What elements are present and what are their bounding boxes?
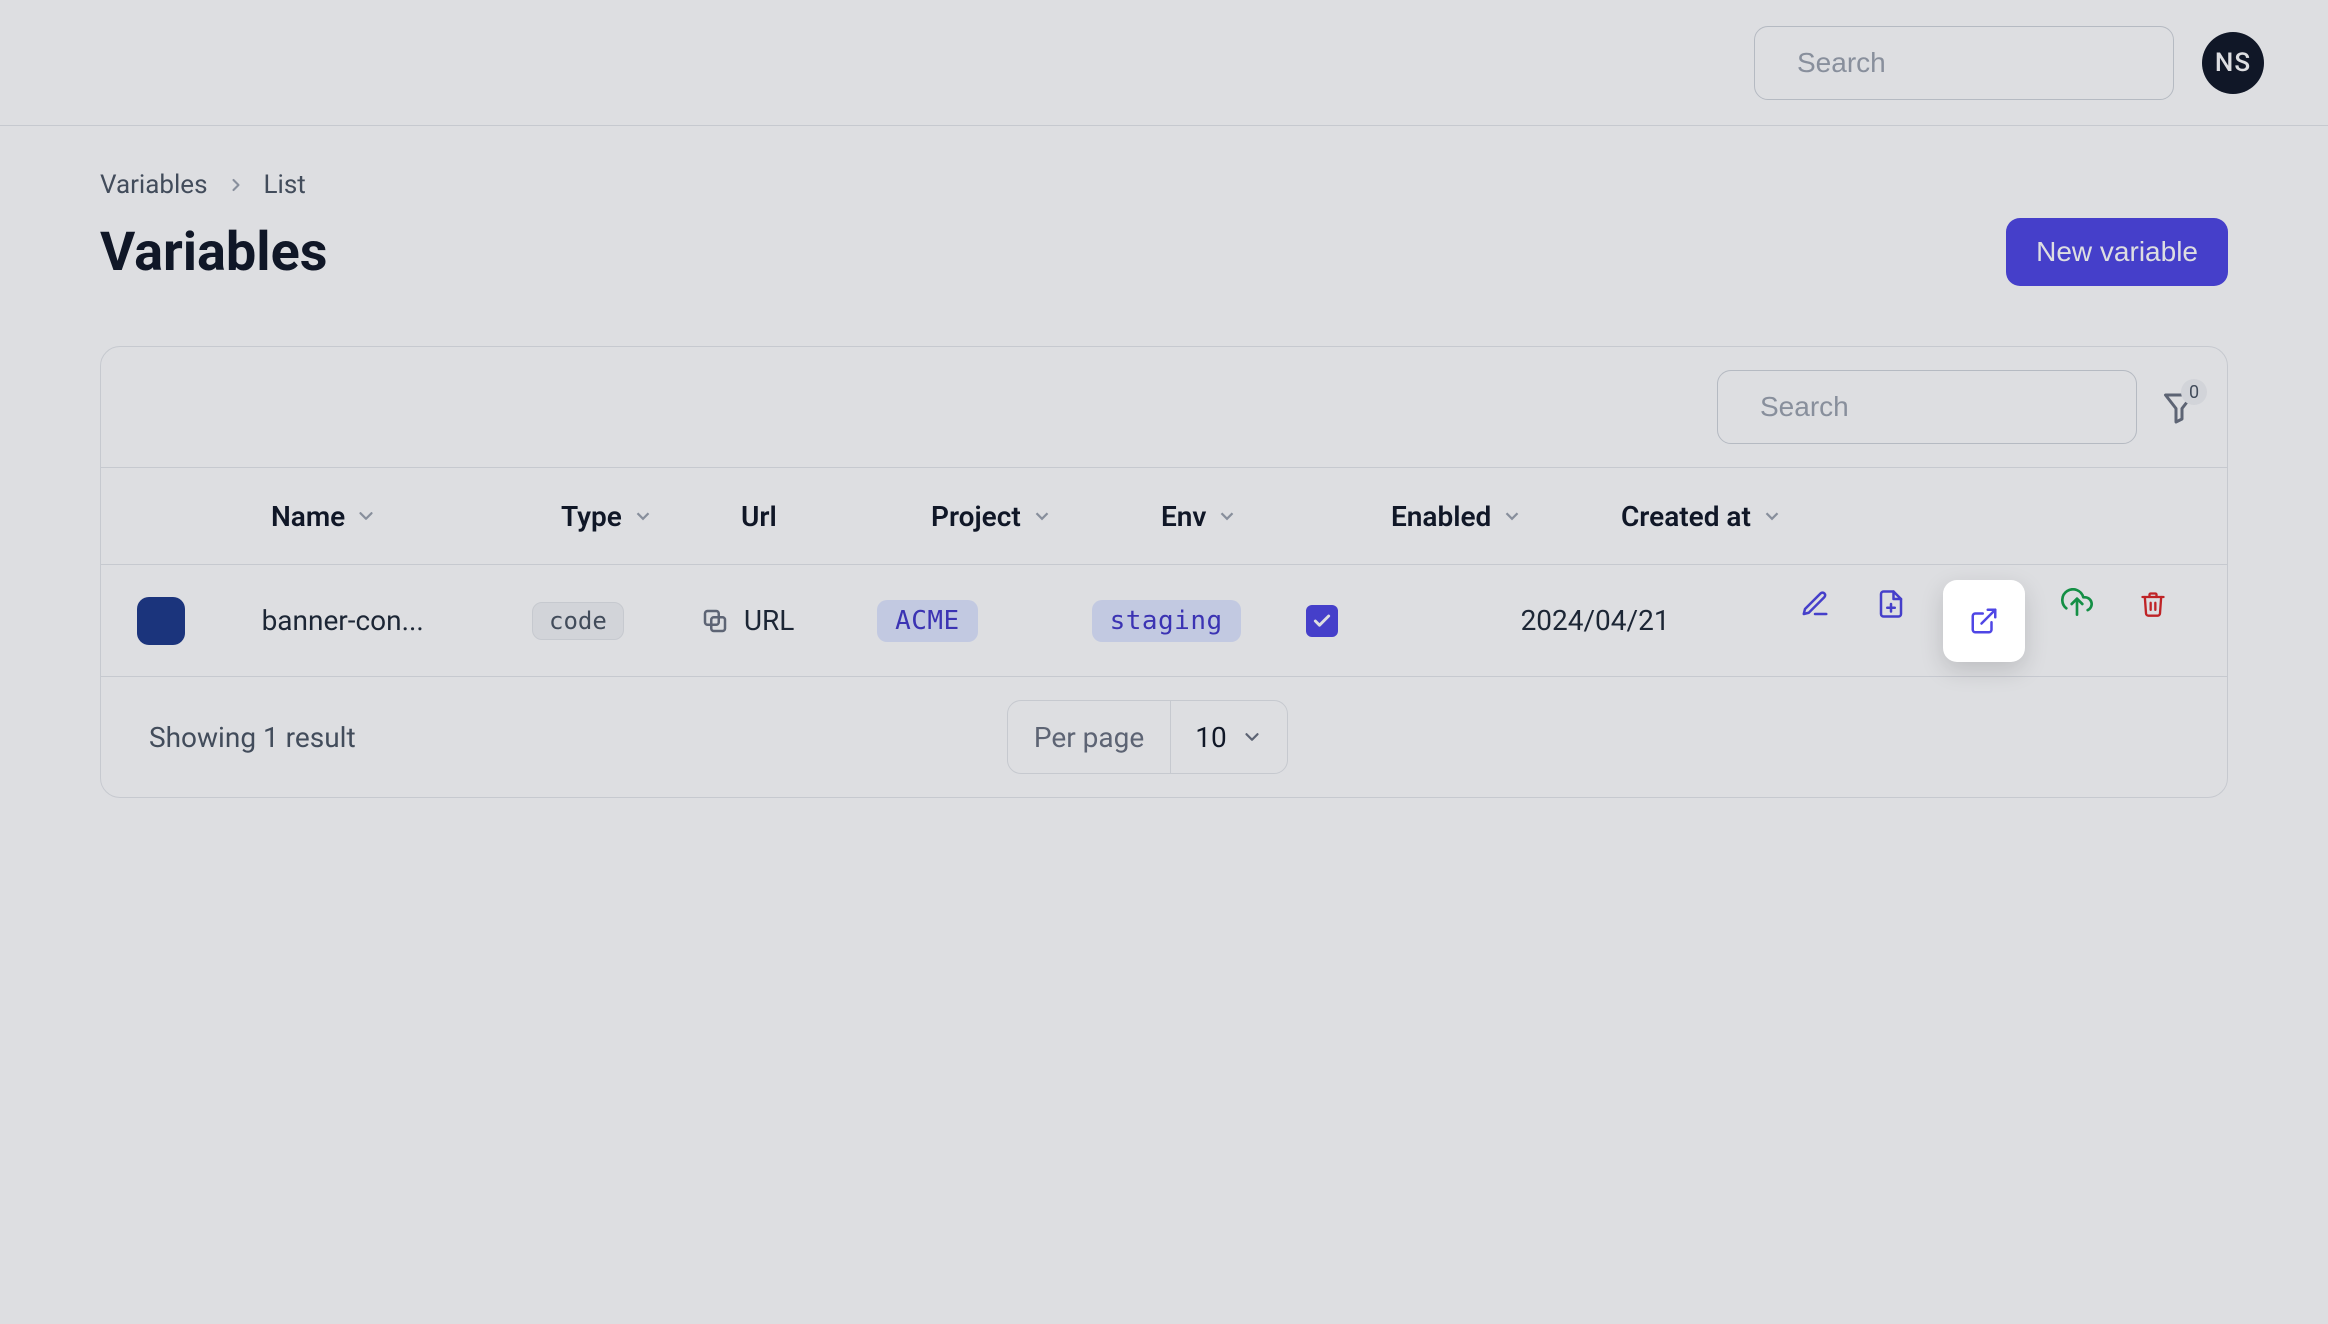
trash-icon [2139,590,2167,618]
top-bar: NS [0,0,2328,126]
type-chip: code [532,602,624,640]
panel-toolbar: 0 [101,347,2227,467]
column-label: Type [561,500,622,533]
chevron-down-icon [1761,505,1783,527]
column-label: Env [1161,500,1206,533]
table-row[interactable]: banner-con... code URL ACME staging [101,565,2227,677]
chevron-down-icon [1501,505,1523,527]
check-icon [1312,611,1332,631]
panel-search[interactable] [1717,370,2137,444]
copy-icon[interactable] [700,606,730,636]
breadcrumb-item[interactable]: List [264,170,306,200]
open-external-button[interactable] [1943,580,2025,662]
column-name[interactable]: Name [271,500,561,533]
column-project[interactable]: Project [931,500,1161,533]
enabled-checkbox[interactable] [1306,605,1338,637]
column-label: Url [741,500,777,533]
page-title: Variables [100,221,328,284]
edit-icon [1800,589,1830,619]
filter-count-badge: 0 [2181,379,2207,405]
file-plus-icon [1876,589,1906,619]
chevron-down-icon [1216,505,1238,527]
cloud-upload-icon [2061,588,2093,620]
avatar[interactable]: NS [2202,32,2264,94]
chevron-down-icon [355,505,377,527]
edit-button[interactable] [1791,580,1839,628]
breadcrumb: Variables List [100,170,2228,200]
row-actions [1791,580,2197,662]
column-created-at[interactable]: Created at [1621,500,1911,533]
column-env[interactable]: Env [1161,500,1391,533]
delete-button[interactable] [2129,580,2177,628]
created-at-text: 2024/04/21 [1521,604,1670,637]
duplicate-button[interactable] [1867,580,1915,628]
filter-button[interactable]: 0 [2161,389,2197,425]
panel-search-input[interactable] [1758,390,2123,424]
env-chip[interactable]: staging [1092,600,1241,642]
column-url: Url [741,500,931,533]
variables-panel: 0 Name Type Url Project Env [100,346,2228,798]
project-chip[interactable]: ACME [877,600,978,642]
chevron-down-icon [1031,505,1053,527]
breadcrumb-item[interactable]: Variables [100,170,208,200]
chevron-right-icon [226,175,246,195]
url-label: URL [744,604,795,637]
table-header: Name Type Url Project Env Enabled [101,467,2227,565]
avatar-initials: NS [2215,48,2251,78]
per-page-value: 10 [1195,721,1226,754]
column-label: Enabled [1391,500,1491,533]
chevron-down-icon [632,505,654,527]
global-search[interactable] [1754,26,2174,100]
chevron-down-icon [1241,726,1263,748]
upload-button[interactable] [2053,580,2101,628]
per-page-label: Per page [1008,701,1171,773]
column-enabled[interactable]: Enabled [1391,500,1621,533]
column-label: Project [931,500,1021,533]
global-search-input[interactable] [1795,46,2160,80]
per-page-selector[interactable]: Per page 10 [1007,700,1288,774]
new-variable-button[interactable]: New variable [2006,218,2228,286]
column-label: Name [271,500,345,533]
panel-footer: Showing 1 result Per page 10 [101,677,2227,797]
color-swatch [137,597,185,645]
result-count-text: Showing 1 result [149,721,356,754]
external-link-icon [1969,606,1999,636]
column-label: Created at [1621,500,1751,533]
column-type[interactable]: Type [561,500,741,533]
variable-name: banner-con... [262,604,424,637]
